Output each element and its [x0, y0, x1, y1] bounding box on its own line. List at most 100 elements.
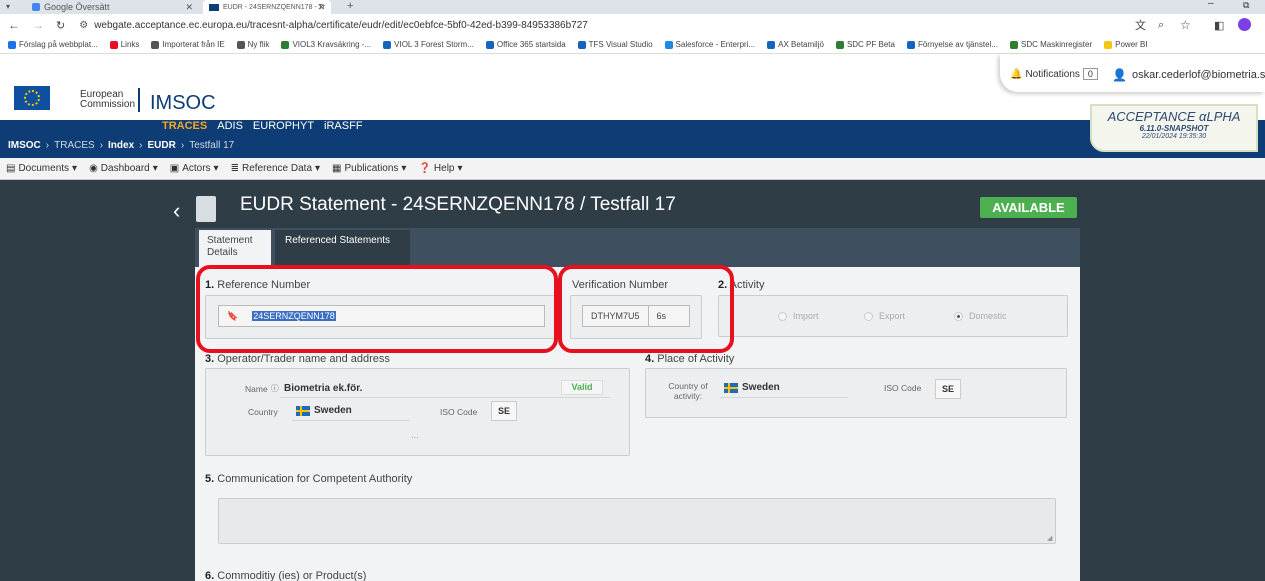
caret-down-icon: ▾	[401, 163, 407, 174]
menu-reference-data[interactable]: ≣ Reference Data ▾	[231, 163, 320, 174]
bookmark-item[interactable]: Links	[109, 40, 139, 49]
bookmark-icon	[281, 40, 290, 49]
bookmark-label: Ny flik	[247, 40, 270, 49]
notifications-link[interactable]: 🔔 Notifications 0	[1010, 68, 1098, 80]
menu-label: Publications	[344, 163, 399, 174]
caret-down-icon: ▾	[72, 163, 78, 174]
notifications-label: Notifications	[1025, 68, 1080, 80]
google-translate-icon	[32, 3, 40, 11]
bookmark-item[interactable]: SDC Maskinregister	[1010, 40, 1092, 49]
bookmark-label: SDC PF Beta	[846, 40, 895, 49]
menu-help[interactable]: ❓ Help ▾	[418, 163, 462, 174]
menu-actors[interactable]: ▣ Actors ▾	[170, 163, 219, 174]
bookmark-item[interactable]: Förslag på webbplat...	[8, 40, 98, 49]
nav-adis[interactable]: ADIS	[217, 120, 243, 132]
bookmark-icon	[835, 40, 844, 49]
tab-referenced-statements[interactable]: Referenced Statements	[275, 230, 410, 267]
star-icon[interactable]: ☆	[1180, 18, 1191, 32]
minimize-icon[interactable]: –	[1208, 0, 1214, 9]
more-dots[interactable]: ...	[411, 430, 419, 440]
new-tab-icon[interactable]: +	[347, 0, 353, 12]
bookmark-item[interactable]: AX Betamiljö	[767, 40, 824, 49]
radio-domestic[interactable]: Domestic	[954, 311, 1007, 321]
profile-avatar-icon[interactable]	[1238, 18, 1251, 31]
reload-icon[interactable]: ↻	[56, 19, 65, 32]
back-arrow-icon[interactable]: ←	[8, 18, 20, 32]
bookmark-item[interactable]: Office 365 startsida	[485, 40, 566, 49]
close-icon[interactable]: ✕	[317, 2, 325, 13]
publications-icon: ▦	[332, 163, 342, 174]
tab-google-translate[interactable]: Google Översätt ✕	[26, 0, 201, 14]
zoom-icon[interactable]: ⌕	[1158, 19, 1164, 32]
caret-down-icon: ▾	[152, 163, 158, 174]
country-value: Sweden	[742, 382, 780, 393]
sidebar-icon[interactable]: ◧	[1214, 19, 1224, 32]
forward-arrow-icon[interactable]: →	[32, 18, 44, 32]
url-field[interactable]: webgate.acceptance.ec.europa.eu/tracesnt…	[94, 20, 588, 31]
bookmark-item[interactable]: VIOL 3 Forest Storm...	[383, 40, 474, 49]
bookmark-item[interactable]: Förnyelse av tjänstel...	[906, 40, 998, 49]
breadcrumb-index[interactable]: Index	[108, 140, 134, 151]
bookmark-item[interactable]: TFS Visual Studio	[577, 40, 653, 49]
bookmark-item[interactable]: Power BI	[1104, 40, 1148, 49]
sweden-flag-icon	[724, 382, 738, 393]
nav-irasff[interactable]: iRASFF	[324, 120, 363, 132]
ec-logo-text: European Commission	[80, 90, 135, 110]
bookmark-item[interactable]: VIOL3 Kravsäkring -...	[281, 40, 371, 49]
bookmark-icon	[151, 40, 160, 49]
bookmark-item[interactable]: Ny flik	[236, 40, 270, 49]
tab-eudr[interactable]: EUDR - 24SERNZQENN178 - Tr ✕	[203, 0, 331, 14]
country-of-activity-label: Country of activity:	[668, 381, 708, 401]
valid-badge: Valid	[561, 380, 603, 395]
operator-country-underline	[292, 420, 410, 421]
tab-label: Statement Details	[207, 235, 253, 258]
system-nav-bar: TRACES ADIS EUROPHYT iRASFF IMSOC › TRACE…	[0, 120, 1265, 158]
communication-textarea[interactable]	[218, 498, 1056, 544]
operator-name: Biometria ek.för.	[284, 383, 363, 394]
section-label: Place of Activity	[657, 353, 735, 365]
section-5-title: 5. Communication for Competent Authority	[205, 473, 412, 485]
restore-icon[interactable]: ⧉	[1243, 0, 1249, 11]
bookmark-item[interactable]: Salesforce - Enterpri...	[664, 40, 755, 49]
radio-import[interactable]: Import	[778, 311, 819, 321]
name-label: Name ⓘ	[245, 383, 279, 394]
status-badge: AVAILABLE	[980, 197, 1077, 218]
section-number: 5.	[205, 473, 215, 485]
user-menu[interactable]: 👤 oskar.cederlof@biometria.se	[1112, 68, 1265, 82]
info-icon[interactable]: ⓘ	[271, 383, 279, 394]
bookmark-item[interactable]: SDC PF Beta	[835, 40, 895, 49]
browser-address-bar: ← → ↻ ⚙ webgate.acceptance.ec.europa.eu/…	[0, 14, 1265, 36]
menu-publications[interactable]: ▦ Publications ▾	[332, 163, 406, 174]
radio-label: Import	[793, 311, 819, 321]
bookmark-item[interactable]: Importerat från IE	[151, 40, 225, 49]
bookmark-label: Förslag på webbplat...	[19, 40, 98, 49]
bookmark-icon	[109, 40, 118, 49]
resize-handle-icon[interactable]: ◢	[1047, 534, 1052, 542]
iso-code-value: SE	[935, 379, 962, 399]
radio-export[interactable]: Export	[864, 311, 905, 321]
bookmark-label: VIOL 3 Forest Storm...	[394, 40, 474, 49]
database-icon: ≣	[230, 163, 239, 174]
page-title: EUDR Statement - 24SERNZQENN178 / Testfa…	[240, 194, 676, 215]
activity-country: Sweden	[724, 382, 780, 393]
back-chevron-icon[interactable]: ‹	[173, 198, 180, 224]
app-title[interactable]: IMSOC	[150, 92, 216, 115]
radio-circle-icon	[864, 311, 873, 321]
breadcrumb-imsoc[interactable]: IMSOC	[8, 140, 41, 151]
menu-dashboard[interactable]: ◉ Dashboard ▾	[89, 163, 158, 174]
menu-documents[interactable]: ▤ Documents ▾	[6, 163, 77, 174]
close-icon[interactable]: ✕	[185, 2, 193, 13]
breadcrumb-eudr[interactable]: EUDR	[148, 140, 176, 151]
bookmark-icon	[664, 40, 673, 49]
breadcrumb-traces[interactable]: TRACES	[54, 140, 95, 151]
menu-label: Dashboard	[100, 163, 150, 174]
nav-europhyt[interactable]: EUROPHYT	[253, 120, 314, 132]
activity-country-underline	[720, 397, 848, 398]
tab-statement-details[interactable]: Statement Details	[199, 230, 271, 267]
section-label: Communication for Competent Authority	[217, 473, 413, 485]
tab-list-icon[interactable]: ▾	[6, 2, 10, 11]
dashboard-icon: ◉	[89, 163, 98, 174]
site-info-icon[interactable]: ⚙	[79, 20, 88, 31]
translate-icon[interactable]: ⽂	[1135, 17, 1146, 33]
nav-traces[interactable]: TRACES	[162, 120, 207, 132]
